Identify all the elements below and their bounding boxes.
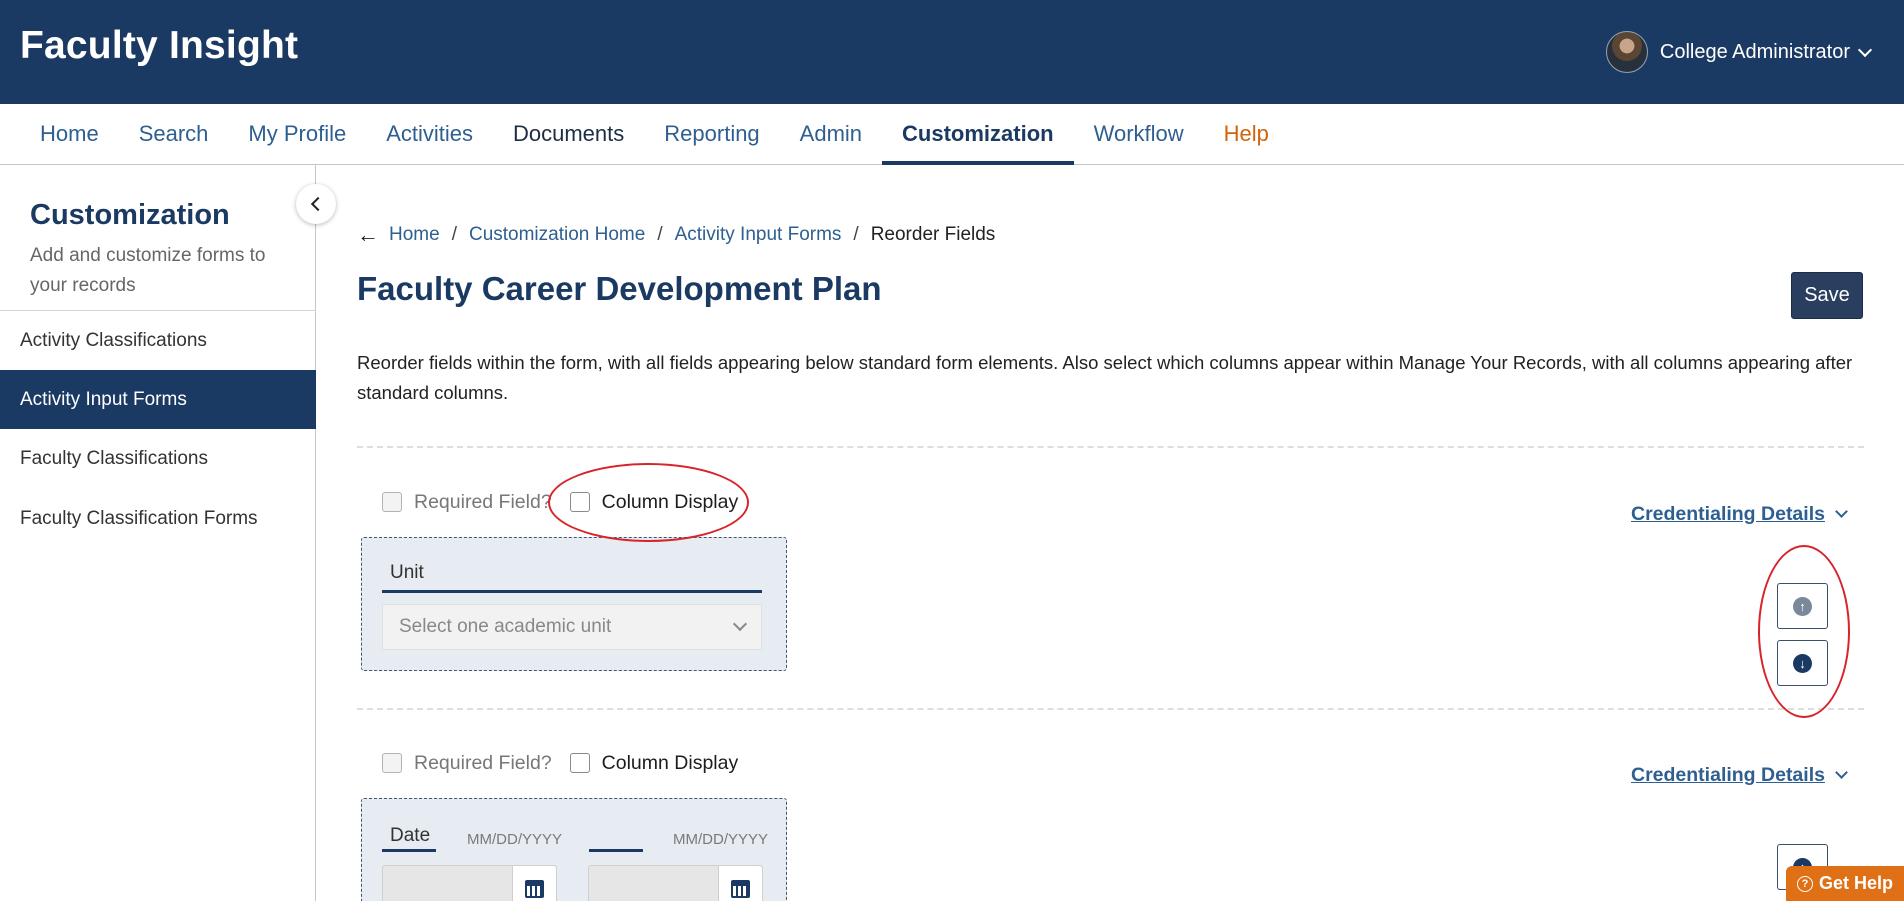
sidebar-title: Customization bbox=[30, 199, 230, 231]
chevron-down-icon bbox=[1835, 505, 1848, 518]
chevron-down-icon bbox=[1835, 766, 1848, 779]
field-label-underline bbox=[589, 849, 643, 852]
field-options-row: Required Field? Column Display bbox=[382, 489, 738, 515]
academic-unit-select-value: Select one academic unit bbox=[399, 616, 612, 637]
sidebar-collapse-button[interactable] bbox=[296, 184, 336, 224]
required-field-checkbox[interactable] bbox=[382, 492, 402, 512]
nav-home[interactable]: Home bbox=[20, 104, 119, 164]
move-down-button[interactable]: ↓ bbox=[1777, 640, 1828, 686]
required-field-checkbox[interactable] bbox=[382, 753, 402, 773]
question-icon: ? bbox=[1796, 875, 1813, 892]
unit-field-label: Unit bbox=[390, 562, 424, 583]
page-description: Reorder fields within the form, with all… bbox=[357, 352, 1853, 403]
breadcrumb-activity-input-forms[interactable]: Activity Input Forms bbox=[675, 224, 842, 246]
breadcrumb-separator: / bbox=[657, 224, 663, 245]
section-divider bbox=[357, 708, 1864, 710]
page-title: Faculty Career Development Plan bbox=[357, 270, 882, 307]
nav-reporting[interactable]: Reporting bbox=[644, 104, 779, 164]
calendar-button[interactable] bbox=[512, 866, 556, 901]
user-name: College Administrator bbox=[1659, 40, 1850, 63]
arrow-up-circle-icon: ↑ bbox=[1793, 596, 1812, 616]
save-button[interactable]: Save bbox=[1791, 272, 1863, 319]
nav-search[interactable]: Search bbox=[119, 104, 229, 164]
field-options-row: Required Field? Column Display bbox=[382, 750, 738, 776]
main-nav: Home Search My Profile Activities Docume… bbox=[0, 104, 1904, 165]
arrow-down-circle-icon: ↓ bbox=[1793, 653, 1812, 673]
academic-unit-select[interactable]: Select one academic unit bbox=[382, 604, 762, 650]
start-date-input[interactable] bbox=[382, 865, 557, 901]
date-field-preview: Date MM/DD/YYYY MM/DD/YYYY bbox=[361, 798, 787, 901]
sidebar: Customization Add and customize forms to… bbox=[0, 165, 316, 901]
breadcrumb: ← Home / Customization Home / Activity I… bbox=[357, 222, 995, 248]
end-date-placeholder: MM/DD/YYYY bbox=[673, 831, 769, 848]
breadcrumb-separator: / bbox=[451, 224, 457, 245]
sidebar-item-activity-classifications[interactable]: Activity Classifications bbox=[0, 311, 316, 370]
app-title: Faculty Insight bbox=[20, 24, 299, 67]
column-display-checkbox[interactable] bbox=[569, 492, 590, 512]
unit-field-preview: Unit Select one academic unit bbox=[361, 537, 787, 671]
credentialing-details-label: Credentialing Details bbox=[1631, 502, 1825, 525]
app-header: Faculty Insight College Administrator bbox=[0, 0, 1904, 104]
breadcrumb-separator: / bbox=[853, 224, 859, 245]
breadcrumb-current: Reorder Fields bbox=[870, 224, 996, 245]
sidebar-item-faculty-classifications[interactable]: Faculty Classifications bbox=[0, 429, 316, 488]
nav-documents[interactable]: Documents bbox=[493, 104, 644, 164]
sidebar-item-faculty-classification-forms[interactable]: Faculty Classification Forms bbox=[0, 489, 316, 548]
nav-customization[interactable]: Customization bbox=[882, 104, 1074, 165]
credentialing-details-toggle[interactable]: Credentialing Details bbox=[1631, 501, 1848, 527]
user-menu[interactable]: College Administrator bbox=[1605, 30, 1873, 74]
breadcrumb-customization-home[interactable]: Customization Home bbox=[469, 224, 645, 246]
column-display-checkbox[interactable] bbox=[569, 753, 590, 773]
end-date-input[interactable] bbox=[588, 865, 763, 901]
sidebar-subtitle: Add and customize forms to your records bbox=[30, 245, 266, 296]
get-help-button[interactable]: ? Get Help bbox=[1786, 866, 1904, 901]
credentialing-details-label: Credentialing Details bbox=[1631, 763, 1825, 786]
user-avatar-icon bbox=[1605, 31, 1648, 73]
nav-my-profile[interactable]: My Profile bbox=[228, 104, 366, 164]
calendar-button[interactable] bbox=[718, 866, 762, 901]
field-label-underline bbox=[382, 590, 762, 593]
chevron-down-icon bbox=[732, 616, 748, 632]
arrow-left-icon[interactable]: ← bbox=[357, 222, 379, 248]
required-field-label: Required Field? bbox=[414, 490, 552, 513]
column-display-label: Column Display bbox=[601, 490, 739, 513]
move-up-button[interactable]: ↑ bbox=[1777, 583, 1828, 629]
start-date-placeholder: MM/DD/YYYY bbox=[467, 831, 563, 848]
breadcrumb-home[interactable]: Home bbox=[389, 224, 440, 246]
nav-activities[interactable]: Activities bbox=[366, 104, 493, 164]
sidebar-item-activity-input-forms[interactable]: Activity Input Forms bbox=[0, 370, 316, 429]
nav-workflow[interactable]: Workflow bbox=[1074, 104, 1204, 164]
credentialing-details-toggle[interactable]: Credentialing Details bbox=[1631, 762, 1848, 788]
chevron-down-icon bbox=[1857, 42, 1873, 57]
calendar-icon bbox=[731, 880, 750, 898]
nav-help[interactable]: Help bbox=[1204, 104, 1289, 164]
get-help-label: Get Help bbox=[1818, 873, 1893, 893]
annotation-circle bbox=[1758, 545, 1850, 718]
chevron-left-icon bbox=[310, 196, 326, 212]
calendar-icon bbox=[525, 880, 544, 898]
section-divider bbox=[357, 446, 1864, 448]
required-field-label: Required Field? bbox=[414, 751, 552, 774]
date-field-label: Date bbox=[390, 825, 431, 846]
field-label-underline bbox=[382, 849, 436, 852]
column-display-label: Column Display bbox=[601, 751, 739, 774]
nav-admin[interactable]: Admin bbox=[780, 104, 882, 164]
